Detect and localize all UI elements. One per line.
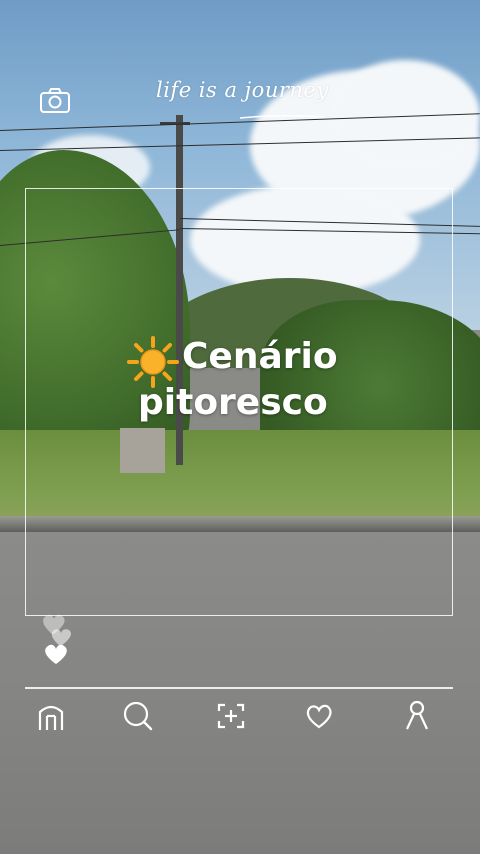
nav-divider (25, 687, 453, 689)
nav-likes[interactable] (297, 696, 341, 736)
search-icon (123, 701, 153, 731)
camera-button[interactable] (38, 86, 72, 116)
heart-icon (306, 704, 332, 729)
headline: Cenário pitoresco (128, 334, 408, 426)
nav-profile[interactable] (395, 696, 439, 736)
nav-home[interactable] (29, 696, 73, 736)
nav-search[interactable] (116, 696, 160, 736)
headline-line-1: Cenário (182, 336, 338, 377)
nav-add[interactable] (209, 696, 253, 736)
home-icon (38, 705, 64, 730)
headline-line-2: pitoresco (138, 382, 328, 423)
tagline: life is a journey (156, 78, 329, 102)
camera-icon (40, 88, 70, 113)
add-icon (217, 703, 245, 729)
hearts-icon[interactable] (36, 610, 84, 670)
profile-icon (406, 700, 428, 730)
tagline-underline (239, 114, 325, 119)
bottom-nav (25, 696, 453, 740)
